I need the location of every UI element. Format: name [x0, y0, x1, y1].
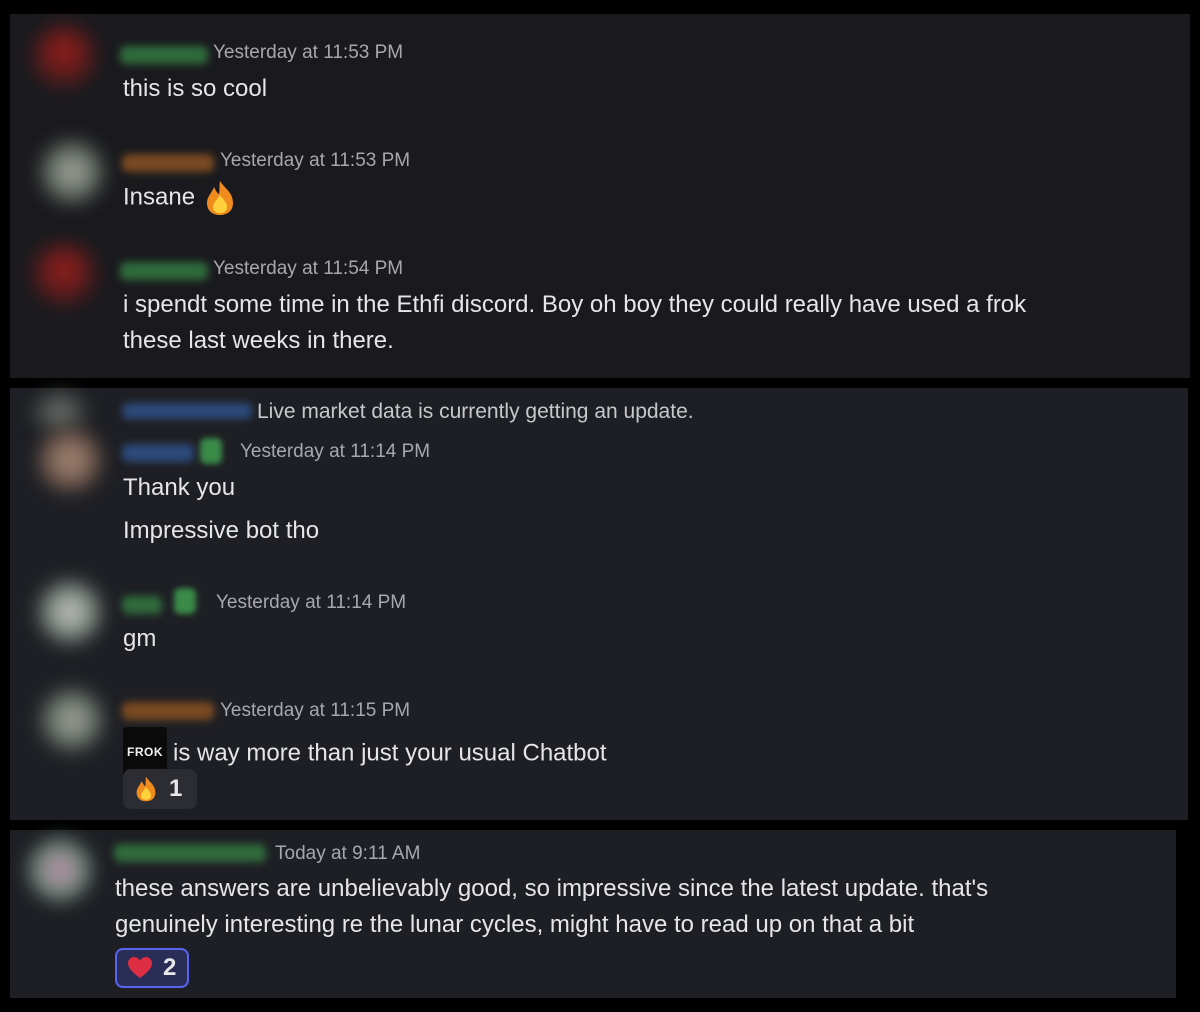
username-blurred[interactable] [114, 844, 266, 862]
message-text: this is so cool [123, 75, 268, 102]
avatar[interactable] [28, 838, 92, 902]
fire-icon [136, 776, 156, 802]
reaction-count: 1 [169, 775, 183, 802]
message-text: Thank you [123, 474, 236, 501]
avatar[interactable] [32, 24, 96, 88]
username-blurred[interactable] [122, 444, 194, 462]
username-blurred[interactable] [120, 262, 208, 280]
chat-panel-3: Today at 9:11 AM these answers are unbel… [10, 830, 1176, 998]
message-line: Insane [123, 179, 238, 217]
avatar[interactable] [40, 140, 104, 204]
message-text: gm [123, 625, 157, 652]
message-timestamp: Yesterday at 11:53 PM [220, 150, 411, 171]
reaction-count: 2 [163, 954, 177, 981]
message-text: these answers are unbelievably good, so … [115, 875, 989, 902]
message-timestamp: Yesterday at 11:53 PM [213, 42, 404, 63]
heart-icon [128, 957, 152, 978]
chat-panel-1: Yesterday at 11:53 PM this is so cool Ye… [10, 14, 1190, 378]
avatar[interactable] [32, 392, 88, 432]
role-icon [200, 438, 222, 464]
message-text: Impressive bot tho [123, 517, 320, 544]
message-text: i spendt some time in the Ethfi discord.… [123, 291, 1027, 318]
username-blurred[interactable] [122, 154, 214, 172]
username-blurred[interactable] [122, 596, 162, 614]
reply-preview-text[interactable]: Live market data is currently getting an… [257, 400, 694, 424]
avatar[interactable] [32, 242, 96, 306]
message-timestamp: Yesterday at 11:54 PM [213, 258, 404, 279]
role-icon [174, 588, 196, 614]
fire-icon [206, 181, 233, 215]
message-timestamp: Yesterday at 11:14 PM [240, 441, 431, 462]
message-text: Insane [123, 183, 196, 211]
message-timestamp: Yesterday at 11:15 PM [220, 700, 411, 721]
message-timestamp: Today at 9:11 AM [275, 843, 421, 864]
chat-panel-2: Live market data is currently getting an… [10, 388, 1188, 820]
username-blurred[interactable] [120, 46, 208, 64]
message-timestamp: Yesterday at 11:14 PM [216, 592, 407, 613]
message-text: these last weeks in there. [123, 327, 394, 354]
reply-author-blurred[interactable] [122, 403, 252, 419]
message-text: genuinely interesting re the lunar cycle… [115, 911, 915, 938]
username-blurred[interactable] [122, 702, 214, 720]
avatar[interactable] [40, 688, 104, 752]
reaction-button[interactable]: 1 [123, 769, 197, 809]
avatar[interactable] [38, 428, 102, 492]
reaction-button[interactable]: 2 [115, 948, 189, 988]
message-text: is way more than just your usual Chatbot [173, 739, 607, 767]
avatar[interactable] [38, 580, 102, 644]
